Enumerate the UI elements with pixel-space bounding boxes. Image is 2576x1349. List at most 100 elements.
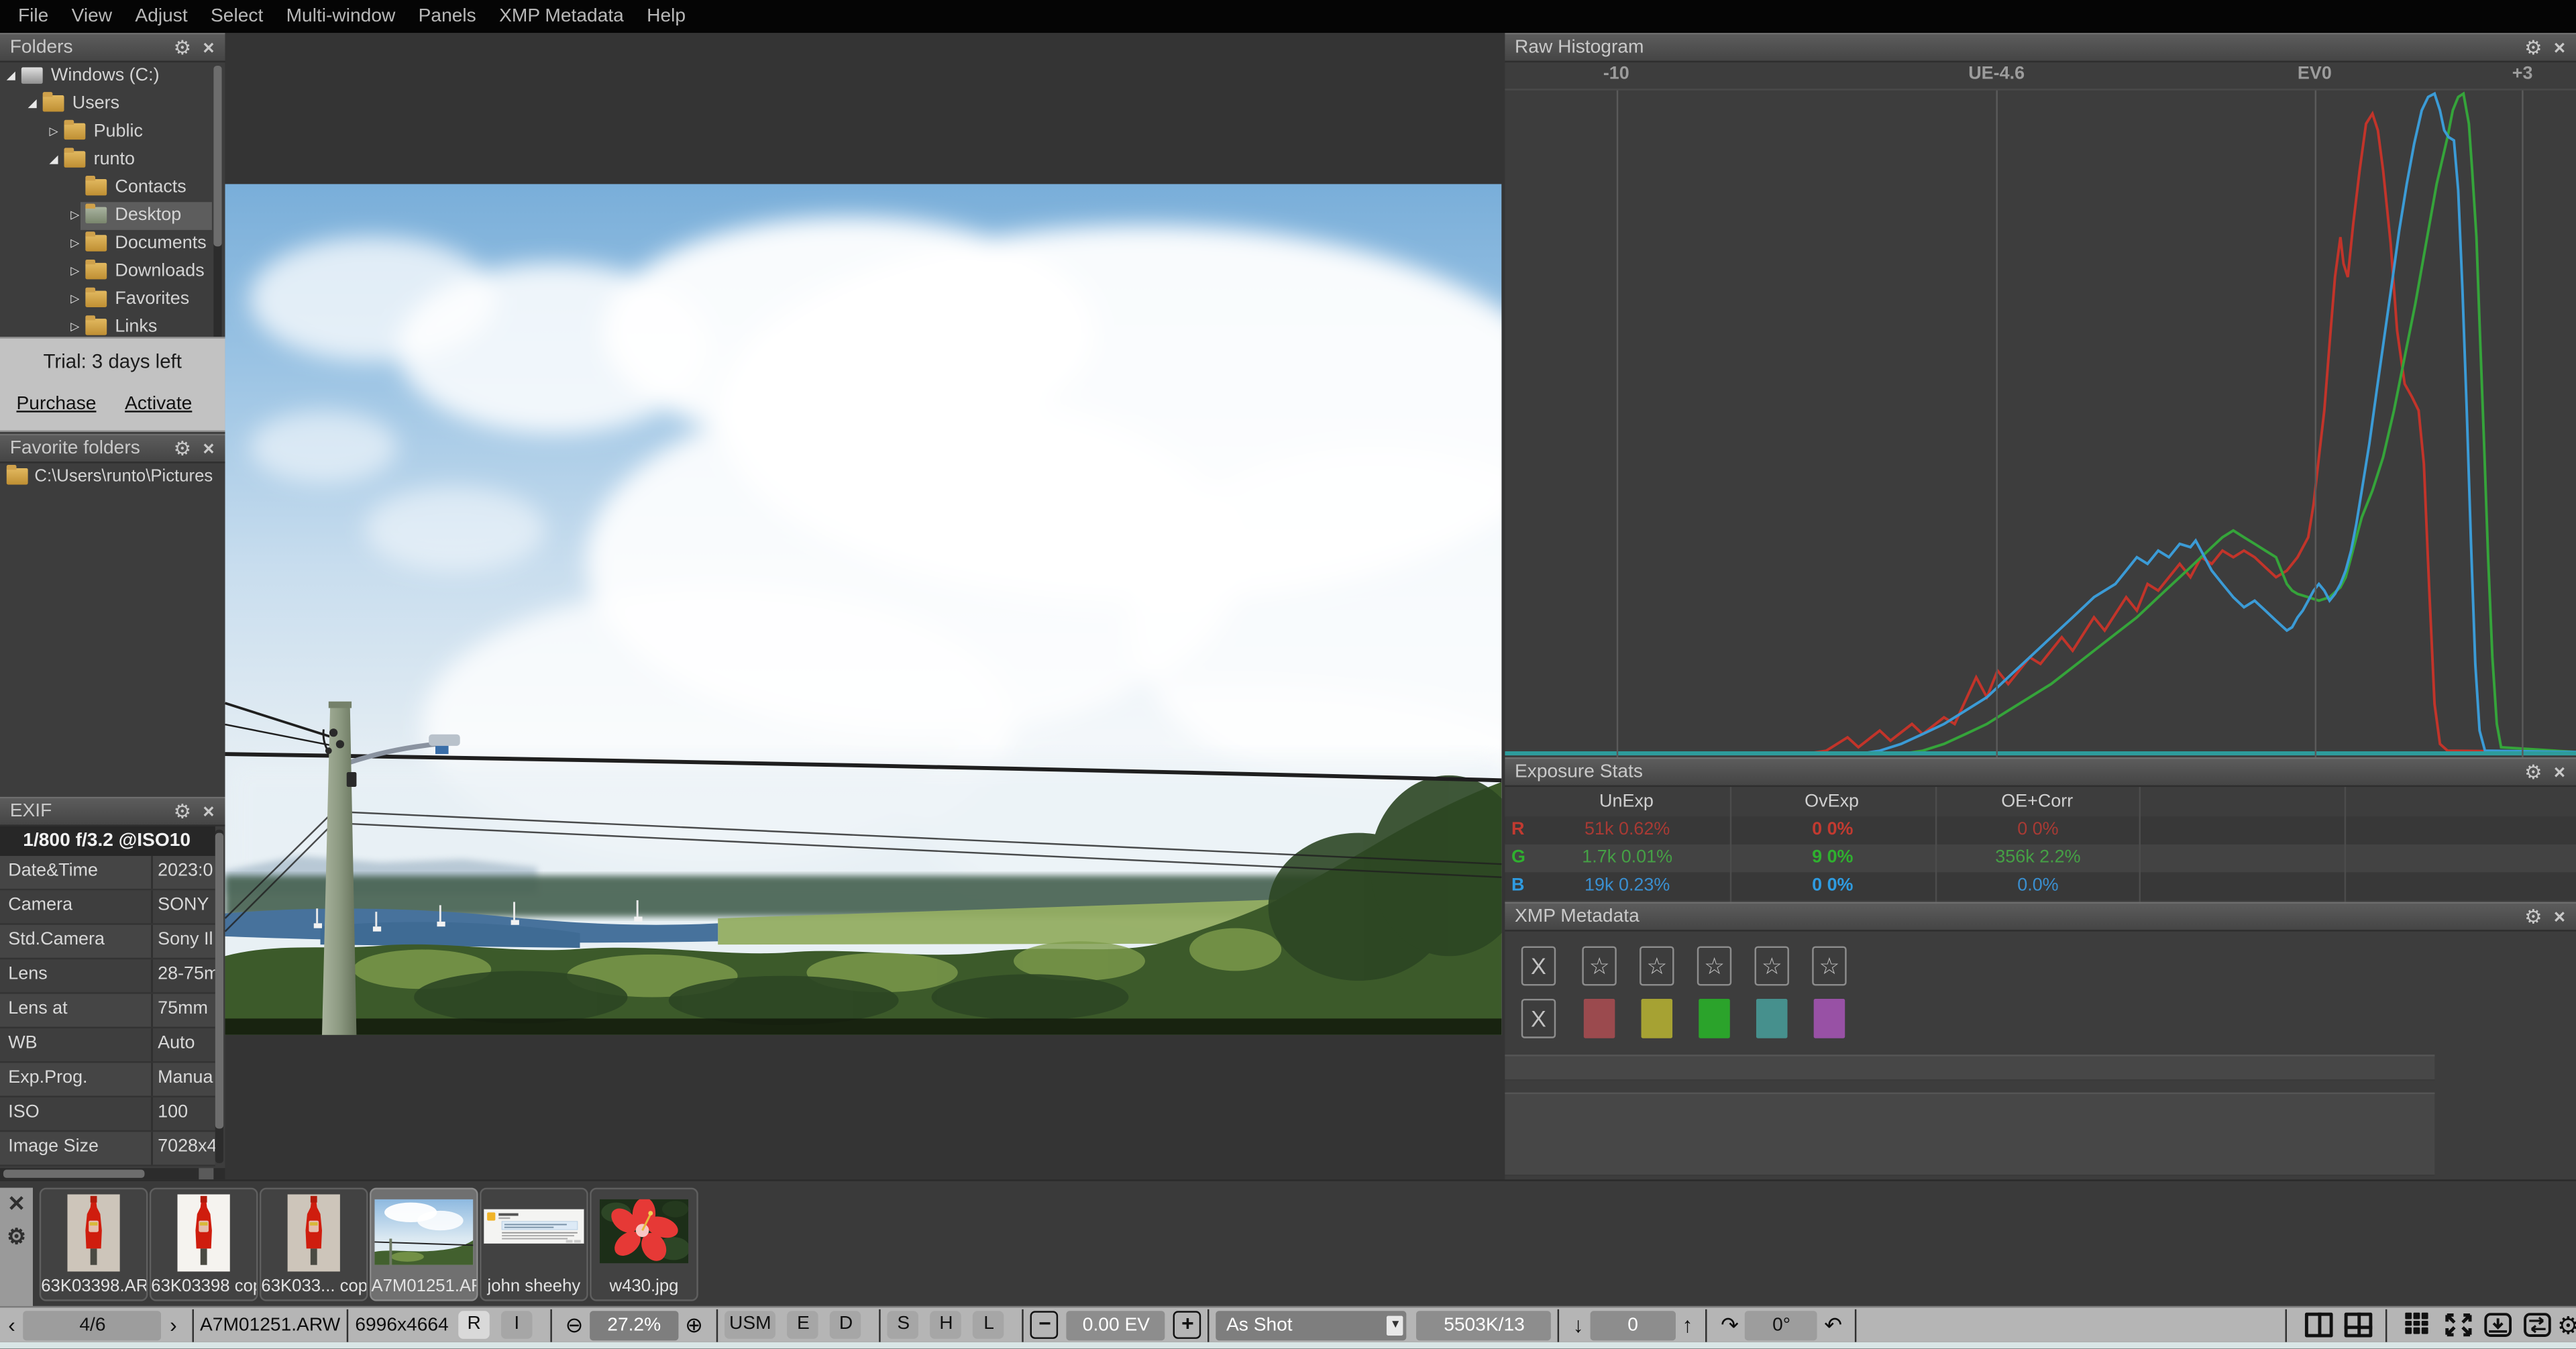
color-label-button-1[interactable] [1584,999,1615,1038]
close-icon[interactable]: × [195,800,221,823]
menu-item-adjust[interactable]: Adjust [123,0,199,33]
expanded-arrow-icon[interactable]: ◢ [7,70,15,82]
exif-vscrollbar[interactable] [215,830,223,1163]
tree-item-favorites[interactable]: ▷Favorites [0,286,225,314]
gear-icon[interactable]: ⚙ [7,1221,26,1254]
expanded-arrow-icon[interactable]: ◢ [49,154,58,166]
gear-icon[interactable]: ⚙ [2520,761,2546,784]
menu-item-panels[interactable]: Panels [407,0,488,33]
color-label-button-5[interactable] [1814,999,1845,1038]
expanded-arrow-icon[interactable]: ◢ [28,99,37,110]
zoom-out-icon[interactable]: ⊖ [559,1312,590,1338]
white-balance-dropdown[interactable]: As Shot ▼ [1216,1310,1407,1340]
arrow-down-icon[interactable]: ↓ [1566,1313,1591,1338]
fullscreen-icon[interactable] [2444,1313,2472,1338]
exif-hscrollbar[interactable] [0,1168,225,1179]
two-pane-layout-icon[interactable] [2304,1313,2332,1338]
gear-icon[interactable]: ⚙ [169,36,195,59]
folder-icon [85,290,107,307]
zoom-in-icon[interactable]: ⊕ [678,1312,709,1338]
collapsed-arrow-icon[interactable]: ▷ [70,294,79,305]
tree-item-public[interactable]: ▷Public [0,118,225,146]
menu-item-multi-window[interactable]: Multi-window [274,0,407,33]
collapsed-arrow-icon[interactable]: ▷ [70,238,79,250]
ev-increase-button[interactable]: + [1174,1311,1202,1339]
gear-icon[interactable]: ⚙ [2520,905,2546,928]
star-rating-button-3[interactable]: ☆ [1697,947,1731,986]
tree-item-windows-c-[interactable]: ◢Windows (C:) [0,62,225,91]
tree-item-desktop[interactable]: ▷Desktop [0,202,225,230]
filmstrip-item-3[interactable]: 63K033... copy1 [260,1188,368,1301]
filmstrip-item-1[interactable]: 63K03398.ARW [40,1188,148,1301]
close-icon[interactable]: × [195,36,221,59]
download-icon[interactable] [2483,1313,2512,1338]
tree-item-users[interactable]: ◢Users [0,91,225,119]
rotate-cw-icon[interactable]: ↷ [1714,1312,1745,1338]
arrow-up-icon[interactable]: ↑ [1676,1313,1700,1338]
collapsed-arrow-icon[interactable]: ▷ [70,266,79,278]
favorite-folder-item[interactable]: C:\Users\runto\Pictures [0,464,225,492]
close-icon[interactable]: × [2546,905,2573,928]
histogram-tick-ev0: EV0 [2298,64,2332,84]
four-pane-layout-icon[interactable] [2344,1313,2372,1338]
filmstrip-item-4[interactable]: A7M01251.ARW [370,1188,478,1301]
histogram-curve-green [1505,94,2576,754]
star-rating-button-2[interactable]: ☆ [1640,947,1674,986]
chevron-down-icon[interactable]: ▼ [1387,1315,1403,1334]
star-rating-button-4[interactable]: ☆ [1755,947,1789,986]
purchase-link[interactable]: Purchase [16,394,96,414]
gear-icon[interactable]: ⚙ [2520,36,2546,59]
color-label-button-2[interactable] [1642,999,1673,1038]
collapsed-arrow-icon[interactable]: ▷ [49,127,58,138]
star-rating-button-1[interactable]: ☆ [1582,947,1616,986]
tree-item-downloads[interactable]: ▷Downloads [0,258,225,286]
xmp-description-field[interactable] [1505,1093,2434,1177]
menu-item-xmp-metadata[interactable]: XMP Metadata [488,0,635,33]
next-image-button[interactable]: › [162,1313,185,1338]
menu-item-view[interactable]: View [60,0,123,33]
menu-item-help[interactable]: Help [635,0,697,33]
close-icon[interactable]: × [2546,36,2573,59]
color-label-button-3[interactable] [1699,999,1730,1038]
color-label-button-4[interactable] [1756,999,1788,1038]
transfer-icon[interactable] [2523,1313,2551,1338]
gear-icon[interactable]: ⚙ [169,800,195,823]
collapsed-arrow-icon[interactable]: ▷ [70,210,79,221]
tree-item-runto[interactable]: ◢runto [0,146,225,174]
toggle-l-button[interactable]: L [973,1311,1005,1339]
tree-item-contacts[interactable]: Contacts [0,174,225,203]
filmstrip-item-2[interactable]: 63K03398 copy [150,1188,258,1301]
collapsed-arrow-icon[interactable]: ▷ [70,322,79,333]
label-clear-button[interactable]: X [1521,999,1556,1038]
filmstrip-item-5[interactable]: john sheehy [480,1188,588,1301]
star-rating-button-5[interactable]: ☆ [1812,947,1846,986]
close-icon[interactable]: × [195,437,221,460]
image-canvas[interactable] [225,33,1505,1179]
exposure-value: 9 0% [1730,848,1935,867]
folders-scrollbar[interactable] [213,66,221,365]
xmp-metadata-panel: XMP Metadata ⚙ × X☆☆☆☆☆ X [1505,902,2576,1179]
filmstrip-item-6[interactable]: w430.jpg [590,1188,698,1301]
toggle-d-button[interactable]: D [830,1311,862,1339]
rating-clear-button[interactable]: X [1521,947,1556,986]
tree-item-documents[interactable]: ▷Documents [0,230,225,258]
toggle-h-button[interactable]: H [930,1311,962,1339]
settings-gear-icon[interactable]: ⚙ [2551,1310,2576,1340]
menu-item-file[interactable]: File [7,0,60,33]
grid-view-icon[interactable] [2404,1313,2432,1338]
info-button[interactable]: I [501,1311,533,1339]
raw-mode-button[interactable]: R [458,1311,490,1339]
folder-icon [85,235,107,251]
close-icon[interactable]: × [2546,761,2573,784]
activate-link[interactable]: Activate [125,394,192,414]
toggle-e-button[interactable]: E [788,1311,819,1339]
prev-image-button[interactable]: ‹ [0,1313,23,1338]
toggle-usm-button[interactable]: USM [724,1311,776,1339]
rotate-ccw-icon[interactable]: ↶ [1817,1312,1848,1338]
gear-icon[interactable]: ⚙ [169,437,195,460]
ev-decrease-button[interactable]: − [1031,1311,1059,1339]
xmp-title-field[interactable] [1505,1055,2434,1081]
toggle-s-button[interactable]: S [888,1311,920,1339]
close-icon[interactable]: ✕ [7,1188,25,1221]
menu-item-select[interactable]: Select [199,0,275,33]
